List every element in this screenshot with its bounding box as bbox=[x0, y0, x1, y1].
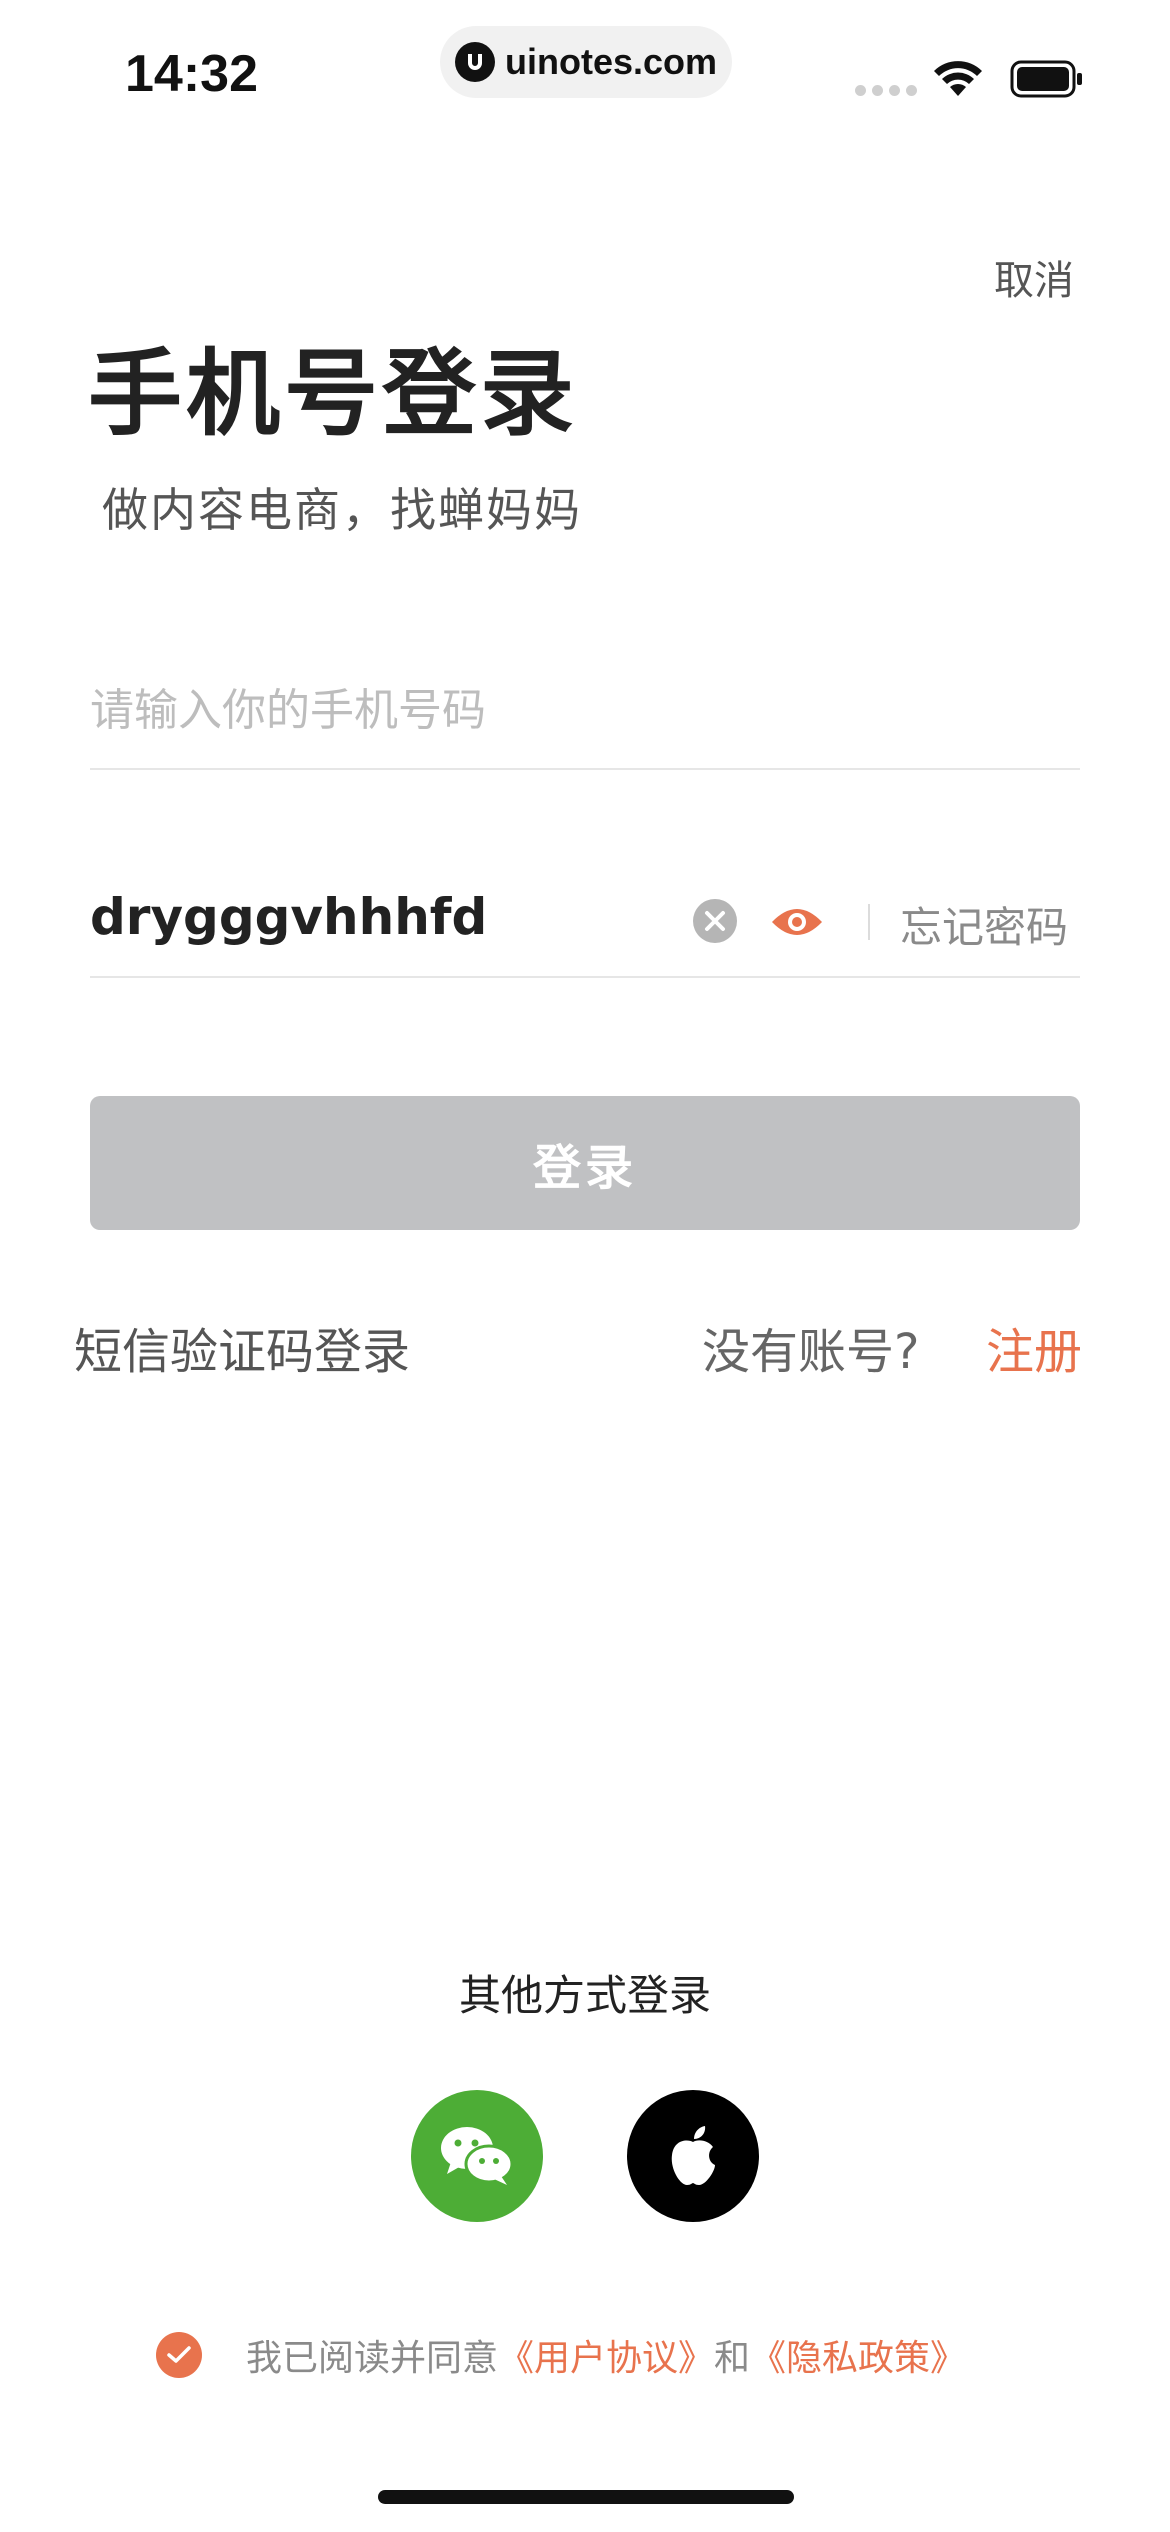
field-divider bbox=[868, 904, 870, 940]
privacy-policy-link[interactable]: 《隐私政策》 bbox=[750, 2329, 966, 2381]
no-account-text: 没有账号? bbox=[702, 1324, 920, 1380]
register-link[interactable]: 注册 bbox=[986, 1312, 1082, 1382]
site-logo-icon bbox=[454, 42, 495, 82]
check-icon bbox=[167, 2346, 191, 2363]
cancel-button[interactable]: 取消 bbox=[994, 248, 1074, 306]
wechat-login-button[interactable] bbox=[411, 2090, 543, 2222]
other-login-label: 其他方式登录 bbox=[458, 1971, 711, 2020]
password-field: drygggvhhhfd 忘记密码 bbox=[90, 868, 1080, 978]
wifi-icon bbox=[934, 61, 982, 96]
url-text: uinotes.com bbox=[504, 41, 718, 82]
user-agreement-link[interactable]: 《用户协议》 bbox=[498, 2329, 714, 2381]
clear-icon[interactable] bbox=[692, 898, 738, 944]
phone-input[interactable] bbox=[90, 660, 1080, 760]
agreement-row: 我已阅读并同意 《用户协议》 和 《隐私政策》 bbox=[156, 2330, 966, 2380]
page-title: 手机号登录 bbox=[88, 340, 579, 449]
login-button[interactable]: 登录 bbox=[90, 1096, 1080, 1230]
status-time: 14:32 bbox=[125, 45, 258, 103]
url-pill[interactable]: uinotes.com bbox=[440, 26, 732, 98]
home-indicator[interactable] bbox=[378, 2490, 794, 2504]
forgot-password-link[interactable]: 忘记密码 bbox=[900, 894, 1068, 955]
agreement-and: 和 bbox=[714, 2338, 751, 2379]
apple-login-button[interactable] bbox=[627, 2090, 759, 2222]
password-input[interactable]: drygggvhhhfd bbox=[90, 888, 487, 946]
sms-login-link[interactable]: 短信验证码登录 bbox=[74, 1312, 410, 1382]
apple-icon bbox=[671, 2126, 715, 2185]
eye-icon[interactable] bbox=[770, 904, 824, 940]
agreement-prefix: 我已阅读并同意 bbox=[246, 2338, 499, 2379]
signal-icon bbox=[855, 85, 917, 96]
wechat-icon bbox=[441, 2127, 514, 2185]
battery-icon bbox=[1010, 60, 1082, 98]
page-subtitle: 做内容电商，找蝉妈妈 bbox=[102, 483, 582, 537]
phone-field bbox=[90, 660, 1080, 770]
login-screen: 14:32 uinotes.com 取消 手机号登录 做内容电商，找蝉妈妈 dr… bbox=[0, 0, 1170, 2532]
agreement-checkbox[interactable] bbox=[156, 2332, 202, 2378]
